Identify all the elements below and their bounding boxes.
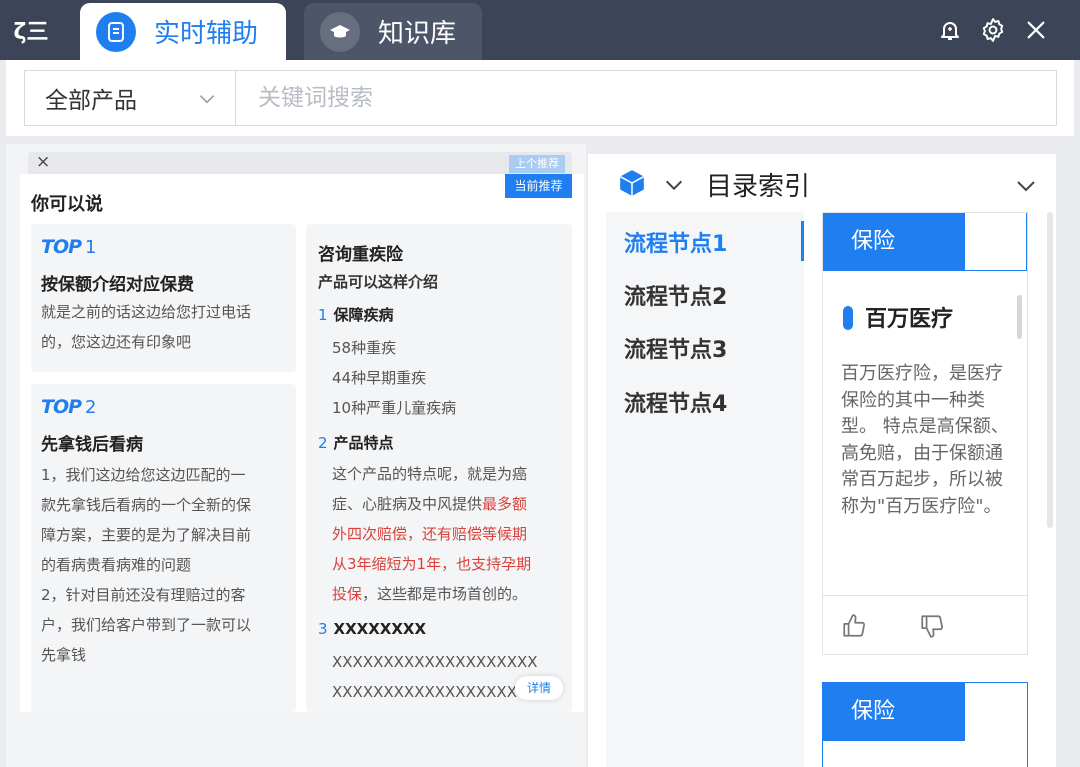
dislike-button[interactable]	[919, 613, 945, 643]
section-heading: 2 产品特点	[318, 434, 394, 452]
previous-recommendation-tag[interactable]: 上个推荐	[509, 155, 565, 173]
section-heading: 1 保障疾病	[318, 306, 394, 324]
placeholder-item: XXXXXXXXXXXXXXXXXXXX	[332, 653, 538, 671]
card-body: 1，我们这边给您这边匹配的一 款先拿钱后看病的一个全新的保 障方案，主要的是为了…	[41, 466, 252, 664]
card-subtitle: 产品可以这样介绍	[318, 273, 439, 291]
catalog-title: 目录索引	[706, 172, 811, 202]
collapse-chevron-icon[interactable]	[1014, 174, 1038, 198]
card-title: 按保额介绍对应保费	[41, 275, 194, 295]
product-intro-card[interactable]: 咨询重疾险 产品可以这样介绍 1 保障疾病 58种重疾 44种早期重疾 10种严重…	[306, 224, 572, 712]
settings-button[interactable]	[977, 14, 1009, 46]
suggestion-title: 你可以说	[31, 194, 103, 215]
thumbs-up-icon	[843, 614, 865, 637]
divider	[823, 595, 1027, 596]
cube-icon	[619, 170, 645, 196]
thumbs-down-icon	[921, 615, 943, 638]
disease-item: 10种严重儿童疾病	[332, 399, 457, 417]
notification-button[interactable]	[934, 14, 966, 46]
tab-label: 知识库	[378, 19, 457, 49]
suggestion-card[interactable]: TOP 1 按保额介绍对应保费 就是之前的话这边给您打过电话 的，您这边还有印象吧	[31, 224, 296, 372]
title-bar: ζ三 实时辅助 知识库	[0, 0, 1080, 60]
card-scrollbar[interactable]	[1017, 295, 1022, 339]
tab-label: 实时辅助	[154, 19, 259, 49]
card-title: 先拿钱后看病	[41, 435, 143, 455]
gear-icon	[982, 18, 1004, 42]
dismiss-suggestion-button[interactable]: ×	[36, 152, 50, 172]
card-body: 就是之前的话这边给您打过电话 的，您这边还有印象吧	[41, 303, 252, 351]
knowledge-body: 百万医疗险，是医疗保险的其中一种类型。 特点是高保额、高免赔，由于保额通常百万起…	[841, 363, 1009, 517]
process-node-1[interactable]: 流程节点1	[624, 226, 727, 258]
knowledge-title: 百万医疗	[865, 307, 954, 332]
catalog-scrollbar[interactable]	[1047, 212, 1053, 528]
process-node-2[interactable]: 流程节点2	[624, 279, 727, 311]
search-input[interactable]	[235, 70, 1057, 126]
search-bar: 全部产品	[6, 60, 1074, 136]
current-recommendation-tag: 当前推荐	[505, 174, 572, 198]
suggestion-card[interactable]: TOP 2 先拿钱后看病 1，我们这边给您这边匹配的一 款先拿钱后看病的一个全新的…	[31, 384, 296, 712]
knowledge-card[interactable]: 保险	[822, 682, 1028, 767]
section-heading: 3 XXXXXXXX	[318, 620, 427, 638]
top-rank-badge: TOP 1	[41, 236, 97, 258]
close-icon	[1027, 21, 1045, 39]
chevron-down-icon[interactable]	[663, 174, 685, 196]
top-rank-badge: TOP 2	[41, 396, 97, 418]
close-button[interactable]	[1020, 14, 1052, 46]
card-title: 咨询重疾险	[318, 245, 403, 265]
like-button[interactable]	[841, 613, 867, 643]
process-node-4[interactable]: 流程节点4	[624, 386, 727, 418]
graduation-cap-icon	[320, 11, 360, 52]
category-tag: 保险	[823, 683, 965, 741]
active-node-indicator	[801, 221, 804, 261]
process-node-3[interactable]: 流程节点3	[624, 332, 727, 364]
placeholder-item: XXXXXXXXXXXXXXXXXX	[332, 683, 517, 701]
tab-knowledge-base[interactable]: 知识库	[304, 3, 482, 60]
disease-item: 58种重疾	[332, 339, 397, 357]
app-logo[interactable]: ζ三	[0, 0, 62, 60]
title-accent-bar	[843, 306, 853, 330]
product-select[interactable]: 全部产品	[24, 70, 236, 126]
chevron-down-icon	[199, 95, 215, 104]
category-tag: 保险	[823, 213, 965, 271]
knowledge-card[interactable]: 保险 百万医疗 百万医疗险，是医疗保险的其中一种类型。 特点是高保额、高免赔，由…	[822, 212, 1028, 655]
assistant-icon	[96, 11, 136, 52]
feature-paragraph: 这个产品的特点呢，就是为癌 症、心脏病及中风提供最多额 外四次赔偿，还有赔偿等候…	[332, 465, 532, 603]
detail-button[interactable]: 详情	[515, 676, 563, 700]
disease-item: 44种早期重疾	[332, 369, 427, 387]
bell-icon	[941, 22, 959, 40]
tab-realtime-assist[interactable]: 实时辅助	[80, 3, 286, 60]
product-select-value: 全部产品	[45, 88, 137, 114]
